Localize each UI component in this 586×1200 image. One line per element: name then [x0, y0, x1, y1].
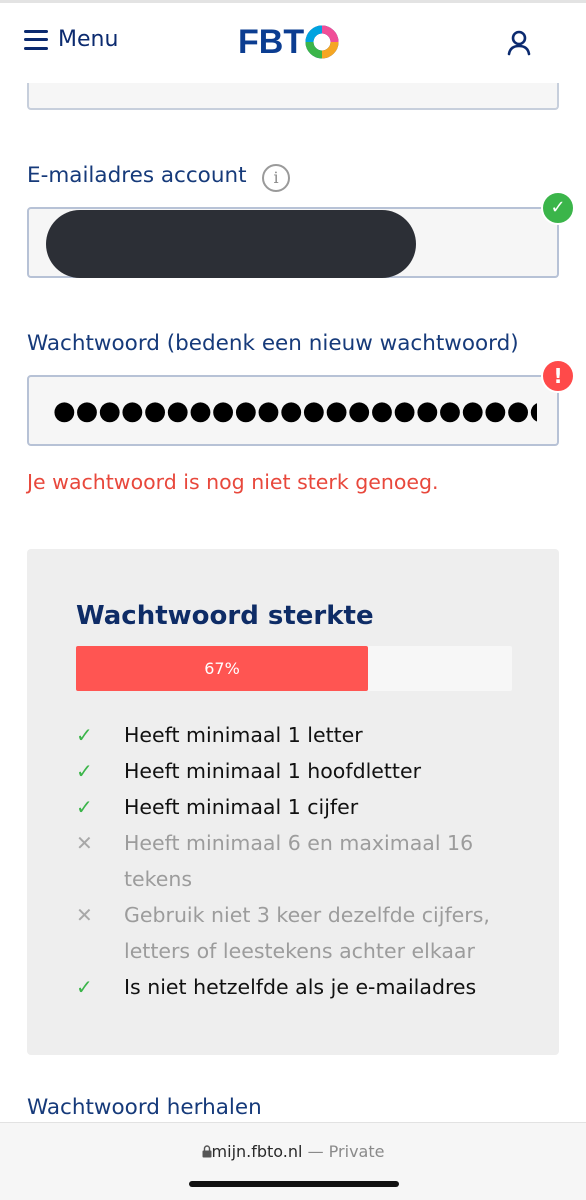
hamburger-icon: [24, 29, 48, 50]
strength-title: Wachtwoord sterkte: [76, 601, 374, 631]
password-error-message: Je wachtwoord is nog niet sterk genoeg.: [27, 470, 439, 494]
menu-button[interactable]: Menu: [24, 27, 118, 52]
password-strength-panel: Wachtwoord sterkte 67% ✓ Heeft minimaal …: [27, 549, 559, 1055]
user-account-icon[interactable]: [506, 29, 532, 57]
repeat-password-label: Wachtwoord herhalen: [27, 1095, 262, 1120]
check-icon: ✓: [76, 759, 93, 783]
email-field[interactable]: [27, 207, 559, 278]
error-badge-icon: !: [541, 359, 575, 393]
requirement-item: ✓ Is niet hetzelfde als je e-mailadres: [76, 969, 526, 1005]
email-label: E-mailadres account: [27, 163, 247, 188]
requirement-text: Heeft minimaal 1 cijfer: [124, 795, 359, 819]
logo-o-icon: [305, 25, 339, 59]
info-icon[interactable]: i: [262, 164, 290, 192]
requirement-text: Gebruik niet 3 keer dezelfde cijfers, le…: [124, 903, 490, 963]
requirement-item: ✕ Heeft minimaal 6 en maximaal 16 tekens: [76, 825, 526, 897]
fbto-logo[interactable]: FBT: [238, 23, 339, 61]
check-icon: ✓: [76, 723, 93, 747]
redacted-email-value: [46, 210, 416, 278]
check-badge-icon: ✓: [541, 191, 575, 225]
requirement-text: Is niet hetzelfde als je e-mailadres: [124, 975, 477, 999]
check-icon: ✓: [76, 795, 93, 819]
url-domain: mijn.fbto.nl: [211, 1142, 303, 1161]
requirement-text: Heeft minimaal 1 letter: [124, 723, 363, 747]
menu-label: Menu: [58, 27, 119, 52]
check-icon: ✓: [76, 975, 93, 999]
requirement-item: ✓ Heeft minimaal 1 cijfer: [76, 789, 526, 825]
requirement-item: ✕ Gebruik niet 3 keer dezelfde cijfers, …: [76, 897, 526, 969]
browser-bottom-bar: mijn.fbto.nl — Private: [0, 1122, 586, 1200]
password-field[interactable]: ●●●●●●●●●●●●●●●●●●●●●●●●●●●●: [27, 375, 559, 446]
url-separator: —: [307, 1142, 324, 1161]
url-display[interactable]: mijn.fbto.nl — Private: [0, 1142, 586, 1161]
home-indicator[interactable]: [189, 1181, 399, 1187]
strength-bar: 67%: [76, 646, 512, 691]
app-header: Menu FBT: [0, 3, 586, 83]
requirement-item: ✓ Heeft minimaal 1 letter: [76, 717, 526, 753]
requirement-text: Heeft minimaal 6 en maximaal 16 tekens: [124, 831, 474, 891]
lock-icon: [202, 1145, 212, 1158]
cross-icon: ✕: [76, 831, 93, 855]
requirement-text: Heeft minimaal 1 hoofdletter: [124, 759, 421, 783]
logo-text: FBT: [238, 23, 305, 61]
password-masked-value: ●●●●●●●●●●●●●●●●●●●●●●●●●●●●: [53, 396, 537, 426]
strength-percent: 67%: [204, 659, 240, 678]
browsing-mode: Private: [328, 1142, 385, 1161]
cross-icon: ✕: [76, 903, 93, 927]
requirement-item: ✓ Heeft minimaal 1 hoofdletter: [76, 753, 526, 789]
password-label: Wachtwoord (bedenk een nieuw wachtwoord): [27, 331, 519, 356]
